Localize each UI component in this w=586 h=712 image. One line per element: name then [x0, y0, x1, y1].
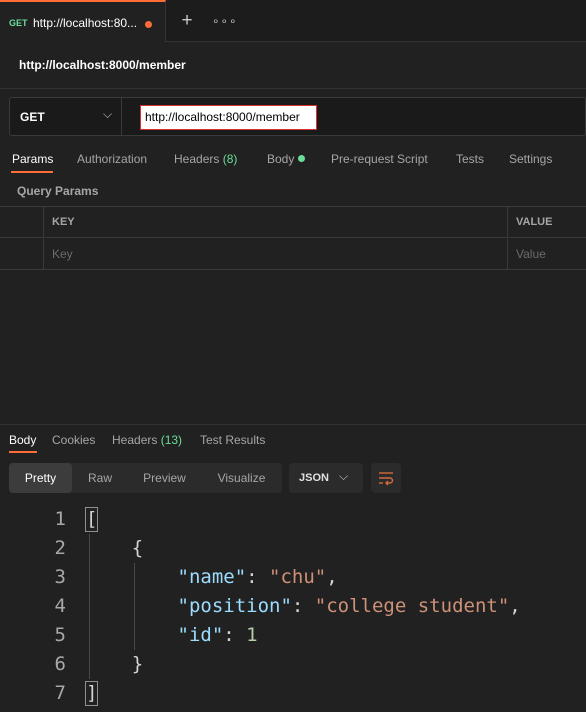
- key-column-header: KEY: [44, 207, 508, 238]
- tab-tests[interactable]: Tests: [456, 152, 484, 166]
- visualize-button[interactable]: Visualize: [201, 463, 282, 493]
- method-select[interactable]: GET ⌵: [10, 98, 122, 135]
- more-tabs-button[interactable]: ∘∘∘: [212, 9, 237, 33]
- headers-count: (8): [222, 152, 238, 166]
- tab-pre-request-script[interactable]: Pre-request Script: [331, 152, 428, 166]
- json-key: "position": [177, 595, 292, 617]
- json-string-value: "college student": [314, 595, 510, 617]
- value-input[interactable]: Value: [508, 239, 586, 270]
- tab-headers-label: Headers: [174, 152, 220, 166]
- json-key: "name": [177, 566, 247, 588]
- params-table: KEY VALUE Key Value: [0, 206, 586, 270]
- checkbox-column: [0, 207, 44, 238]
- request-tabs: Params Authorization Headers (8) Body Pr…: [0, 147, 586, 173]
- tab-authorization[interactable]: Authorization: [77, 152, 147, 166]
- row-checkbox-cell: [0, 239, 44, 270]
- preview-button[interactable]: Preview: [128, 463, 201, 493]
- line-number: 7: [54, 682, 66, 704]
- divider: [0, 88, 586, 89]
- line-number: 1: [54, 508, 66, 530]
- new-tab-button[interactable]: +: [177, 9, 197, 33]
- method-label: GET: [20, 110, 45, 124]
- tab-method-label: GET: [9, 18, 28, 28]
- tab-response-body[interactable]: Body: [9, 433, 36, 447]
- language-select[interactable]: JSON ⌵: [289, 463, 363, 493]
- code-line: "id": 1: [177, 624, 258, 646]
- url-input[interactable]: http://localhost:8000/member: [140, 105, 317, 130]
- table-header-row: KEY VALUE: [0, 207, 586, 238]
- response-tabs: Body Cookies Headers (13) Test Results: [0, 428, 586, 454]
- raw-button[interactable]: Raw: [72, 463, 128, 493]
- tab-title: http://localhost:80...: [33, 16, 138, 30]
- unsaved-dot-icon: [145, 21, 152, 28]
- json-string-value: "chu": [269, 566, 327, 588]
- response-divider[interactable]: [0, 424, 586, 425]
- language-label: JSON: [299, 472, 329, 484]
- request-title: http://localhost:8000/member: [19, 58, 186, 72]
- line-number: 2: [54, 537, 66, 559]
- tab-headers[interactable]: Headers (8): [174, 152, 237, 166]
- line-number: 6: [54, 653, 66, 675]
- line-number: 5: [54, 624, 66, 646]
- value-column-header: VALUE: [516, 216, 553, 228]
- tab-cookies[interactable]: Cookies: [52, 433, 95, 447]
- key-input[interactable]: Key: [44, 239, 508, 270]
- code-line: "position": "college student",: [177, 595, 521, 617]
- active-tab-indicator: [11, 171, 53, 173]
- code-line: "name": "chu",: [177, 566, 338, 588]
- code-line: ]: [86, 682, 98, 704]
- tab-settings[interactable]: Settings: [509, 152, 552, 166]
- body-indicator-icon: [298, 155, 306, 162]
- tab-body[interactable]: Body: [267, 152, 306, 166]
- tab-strip: GET http://localhost:80... + ∘∘∘: [0, 0, 586, 42]
- code-line: [: [86, 508, 98, 530]
- request-tab[interactable]: GET http://localhost:80...: [0, 0, 166, 42]
- wrap-lines-icon: [379, 472, 394, 486]
- active-response-tab-indicator: [9, 451, 37, 453]
- code-line: {: [86, 537, 144, 559]
- wrap-lines-button[interactable]: [371, 463, 401, 493]
- query-params-title: Query Params: [17, 184, 99, 198]
- tab-test-results[interactable]: Test Results: [200, 433, 265, 447]
- json-number-value: 1: [246, 624, 258, 646]
- table-row: Key Value: [0, 239, 586, 270]
- response-body-editor[interactable]: 1 2 3 4 5 6 7 [ { "name": "chu", "positi…: [0, 504, 586, 712]
- code-line: }: [86, 653, 144, 675]
- tab-params[interactable]: Params: [12, 152, 53, 166]
- tab-response-headers-label: Headers: [112, 433, 158, 447]
- pretty-button[interactable]: Pretty: [9, 463, 72, 493]
- tab-response-headers[interactable]: Headers (13): [112, 433, 182, 447]
- line-number: 4: [54, 595, 66, 617]
- chevron-down-icon: ⌵: [103, 107, 113, 121]
- line-number: 3: [54, 566, 66, 588]
- tab-body-label: Body: [267, 152, 295, 166]
- format-toggle: Pretty Raw Preview Visualize: [9, 463, 282, 493]
- response-headers-count: (13): [160, 433, 183, 447]
- url-bar: GET ⌵ http://localhost:8000/member: [9, 97, 586, 136]
- chevron-down-icon: ⌵: [339, 469, 349, 483]
- json-key: "id": [177, 624, 224, 646]
